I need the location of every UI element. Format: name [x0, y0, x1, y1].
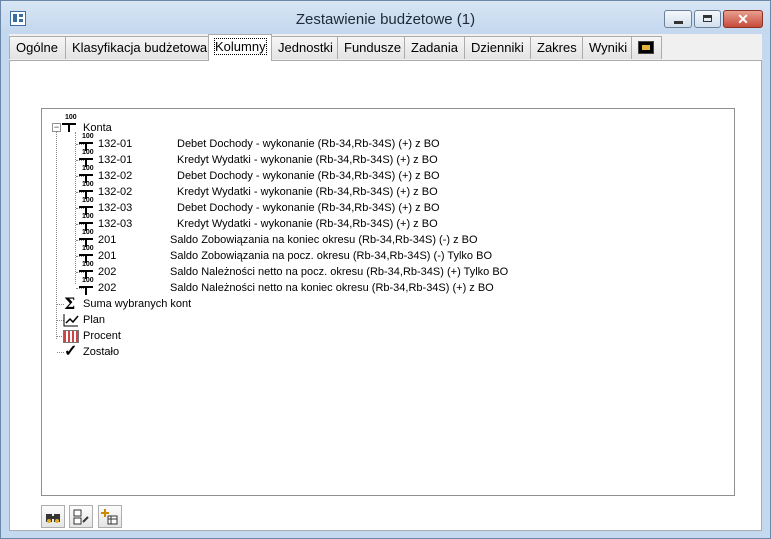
account-code: 201 [98, 234, 117, 246]
account-description: Kredyt Wydatki - wykonanie (Rb-34,Rb-34S… [177, 218, 438, 230]
icon-stem [68, 123, 70, 132]
account-code: 202 [98, 266, 117, 278]
account-group-icon: 100 [62, 114, 77, 132]
close-icon: ✕ [737, 11, 749, 27]
tab-zakres[interactable]: Zakres [530, 36, 583, 59]
tree-edit-icon [73, 509, 89, 525]
account-code: 132-02 [98, 170, 133, 182]
account-code: 201 [98, 250, 117, 262]
summary-label: Suma wybranych kont [83, 298, 192, 310]
tree-branch-line [57, 304, 64, 305]
maximize-button[interactable] [694, 10, 721, 28]
account-code: 202 [98, 282, 117, 294]
binoculars-icon [46, 514, 60, 523]
tab-wyniki[interactable]: Wyniki [582, 36, 632, 59]
icon-label: 100 [82, 213, 94, 220]
minimize-icon [674, 21, 683, 24]
search-button[interactable] [41, 505, 65, 528]
account-description: Saldo Należności netto na pocz. okresu (… [170, 266, 509, 278]
account-description: Kredyt Wydatki - wykonanie (Rb-34,Rb-34S… [177, 154, 438, 166]
tab-film[interactable] [631, 36, 662, 59]
account-description: Saldo Należności netto na koniec okresu … [170, 282, 494, 294]
icon-label: 100 [82, 165, 94, 172]
window-title: Zestawienie budżetowe (1) [295, 11, 476, 28]
tab-label: Klasyfikacja budżetowa [72, 40, 208, 55]
maximize-icon [703, 15, 712, 22]
account-code: 132-01 [98, 138, 133, 150]
account-code: 132-03 [98, 202, 133, 214]
tree-edit-button[interactable] [69, 505, 93, 528]
tab-label: Wyniki [589, 40, 628, 55]
tab-zadania[interactable]: Zadania [404, 36, 465, 59]
icon-label: 100 [82, 133, 94, 140]
account-code: 132-02 [98, 186, 133, 198]
close-button[interactable]: ✕ [723, 10, 763, 28]
tab-page-kolumny: − 100 Konta 100 132-01 Debet Dochody - wyk… [9, 60, 762, 531]
icon-label: 100 [82, 229, 94, 236]
checkmark-icon: ✓ [64, 343, 78, 360]
icon-label: 100 [82, 181, 94, 188]
account-description: Debet Dochody - wykonanie (Rb-34,Rb-34S)… [177, 170, 440, 182]
tab-label: Jednostki [278, 40, 333, 55]
icon-label: 100 [82, 149, 94, 156]
tab-label: Ogólne [16, 40, 58, 55]
main-window: Zestawienie budżetowe (1) ✕ Ogólne Klasy… [0, 0, 771, 539]
dialog-body: Ogólne Klasyfikacja budżetowa Kolumny Je… [9, 34, 762, 531]
plan-chart-icon [63, 314, 79, 327]
tree-branch-line [57, 352, 64, 353]
title-bar[interactable]: Zestawienie budżetowe (1) ✕ [1, 1, 770, 34]
icon-label: 100 [82, 197, 94, 204]
add-item-button[interactable] [98, 505, 122, 528]
percent-icon [63, 330, 79, 343]
collapse-toggle[interactable]: − [52, 123, 61, 132]
tab-fundusze[interactable]: Fundusze [337, 36, 405, 59]
tab-jednostki[interactable]: Jednostki [271, 36, 338, 59]
tab-ogolne[interactable]: Ogólne [9, 36, 66, 59]
icon-label: 100 [65, 114, 77, 121]
tab-dzienniki[interactable]: Dzienniki [464, 36, 531, 59]
account-description: Debet Dochody - wykonanie (Rb-34,Rb-34S)… [177, 138, 440, 150]
tab-klasyfikacja-budzetowa[interactable]: Klasyfikacja budżetowa [65, 36, 211, 59]
icon-label: 100 [82, 261, 94, 268]
account-icon: 100 [79, 277, 94, 295]
tab-kolumny[interactable]: Kolumny [208, 34, 272, 61]
minimize-button[interactable] [664, 10, 692, 28]
icon-stem [85, 286, 87, 295]
account-description: Debet Dochody - wykonanie (Rb-34,Rb-34S)… [177, 202, 440, 214]
icon-label: 100 [82, 277, 94, 284]
summary-label: Procent [83, 330, 121, 342]
tab-label: Kolumny [214, 38, 267, 55]
add-item-icon [101, 509, 118, 525]
account-code: 132-03 [98, 218, 133, 230]
icon-label: 100 [82, 245, 94, 252]
tab-label: Fundusze [344, 40, 402, 55]
account-description: Saldo Zobowiązania na koniec okresu (Rb-… [170, 234, 478, 246]
tree-guide-line [56, 123, 57, 339]
sigma-icon: Σ [64, 294, 76, 313]
tab-label: Zadania [411, 40, 458, 55]
account-description: Kredyt Wydatki - wykonanie (Rb-34,Rb-34S… [177, 186, 438, 198]
summary-label: Zostało [83, 346, 120, 358]
tab-label: Dzienniki [471, 40, 524, 55]
film-icon [638, 41, 654, 54]
tab-strip: Ogólne Klasyfikacja budżetowa Kolumny Je… [9, 34, 762, 61]
tab-label: Zakres [537, 40, 577, 55]
summary-label: Plan [83, 314, 106, 326]
columns-tree[interactable]: − 100 Konta 100 132-01 Debet Dochody - wyk… [41, 108, 735, 496]
account-description: Saldo Zobowiązania na pocz. okresu (Rb-3… [170, 250, 492, 262]
account-code: 132-01 [98, 154, 133, 166]
